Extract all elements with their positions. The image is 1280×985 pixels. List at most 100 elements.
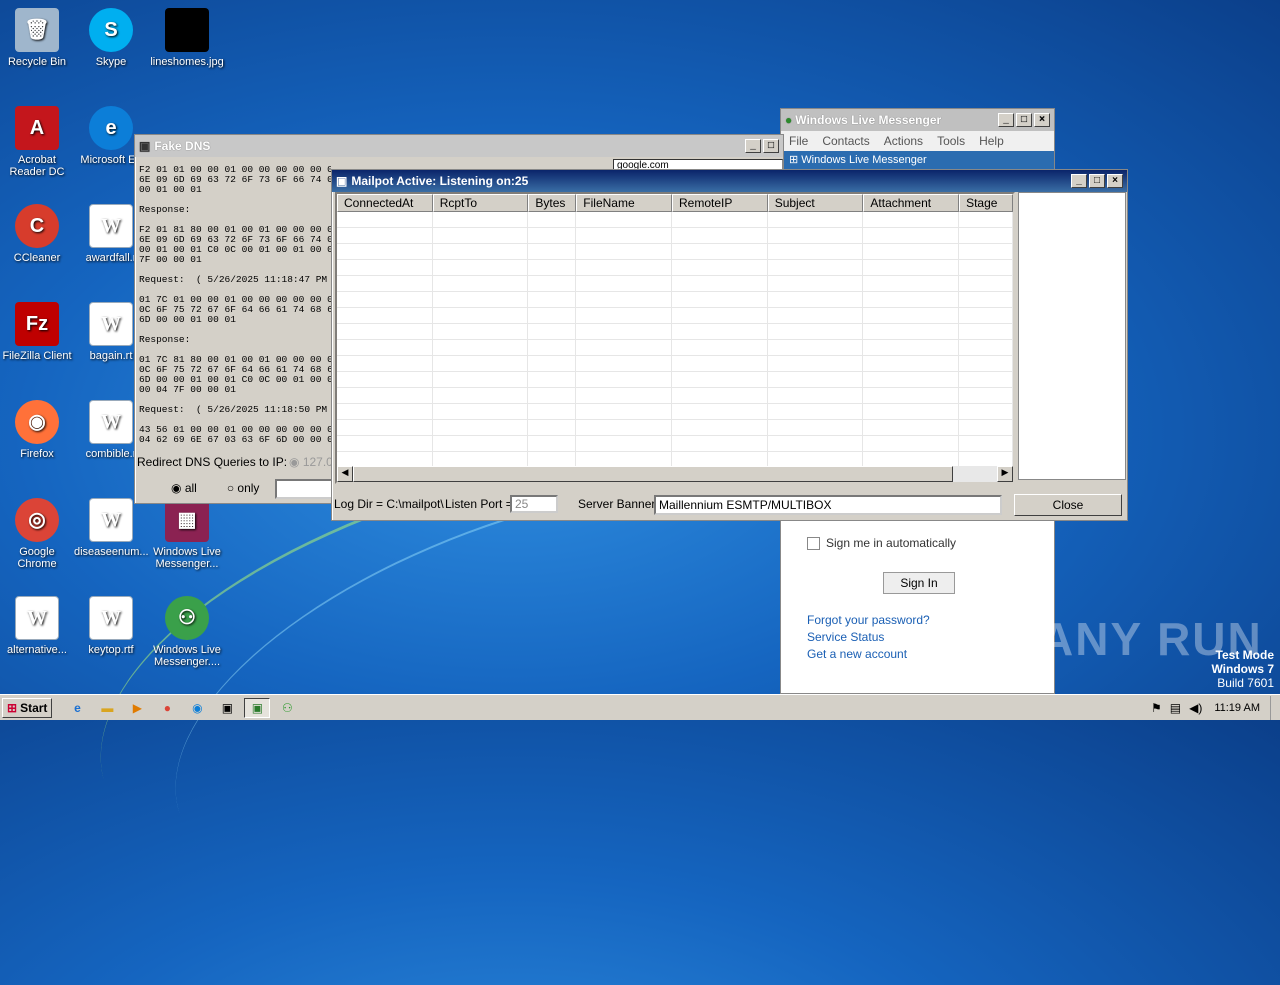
table-cell [337,452,433,467]
column-header[interactable]: Attachment [863,194,960,212]
desktop-icon-label: Firefox [20,448,54,460]
forgot-password-link[interactable]: Forgot your password? [807,612,930,629]
desktop-icon[interactable]: Fz FileZilla Client [0,302,74,362]
messenger-titlebar[interactable]: ● Windows Live Messenger _ □ × [781,109,1054,131]
menu-contacts[interactable]: Contacts [822,134,869,148]
table-row [337,324,1013,340]
explorer-icon[interactable]: ▬ [94,698,120,718]
scroll-left-button[interactable]: ◀ [337,466,353,482]
service-status-link[interactable]: Service Status [807,629,930,646]
table-cell [768,372,864,387]
maximize-button[interactable]: □ [763,139,779,153]
desktop-icon[interactable]: Wdiseaseenum... [74,498,149,558]
table-cell [863,388,960,403]
chrome-icon[interactable]: ● [154,698,180,718]
table-cell [768,420,864,435]
listen-port-field[interactable]: 25 [510,495,558,513]
desktop-icon[interactable]: ◉ Firefox [0,400,74,460]
close-button[interactable]: × [1107,174,1123,188]
table-cell [959,228,1013,243]
column-header[interactable]: RemoteIP [671,194,768,212]
mailpot-window[interactable]: ▣ Mailpot Active: Listening on:25 _ □ × … [331,169,1128,521]
media-player-icon[interactable]: ▶ [124,698,150,718]
table-cell [433,436,529,451]
table-cell [528,340,577,355]
table-cell [433,324,529,339]
table-cell [337,436,433,451]
fakedns-task-icon[interactable]: ▣ [214,698,240,718]
column-header[interactable]: Bytes [528,194,577,212]
scroll-thumb[interactable] [353,466,953,482]
winrar-icon: ▦ [165,498,209,542]
sign-in-button[interactable]: Sign In [883,572,955,594]
horizontal-scrollbar[interactable]: ◀ ▶ [337,466,1013,482]
mailpot-task-icon[interactable]: ▣ [244,697,271,718]
desktop-icon[interactable]: Wkeytop.rtf [74,596,148,656]
column-header[interactable]: FileName [576,194,672,212]
desktop-icon[interactable]: C CCleaner [0,204,74,264]
close-button[interactable]: × [1034,113,1050,127]
messenger-app-icon: ● [785,113,793,127]
table-cell [768,340,864,355]
table-cell [863,420,960,435]
clock[interactable]: 11:19 AM [1214,702,1260,714]
close-mailpot-button[interactable]: Close [1014,494,1122,516]
domain-input[interactable] [275,479,335,499]
table-cell [863,324,960,339]
mail-listview[interactable]: ConnectedAt RcptTo Bytes FileName RemoteIP Su… [335,192,1015,484]
show-desktop-button[interactable] [1270,695,1280,720]
menu-tools[interactable]: Tools [937,134,965,148]
column-header[interactable]: Subject [767,194,864,212]
firefox-icon: ◉ [15,400,59,444]
word-doc-icon: W [89,302,133,346]
desktop-icon[interactable]: 🗑 Recycle Bin [0,8,74,68]
edge-icon[interactable]: ◉ [184,698,210,718]
radio-all[interactable]: ◉ all [171,481,197,495]
table-cell [576,340,673,355]
minimize-button[interactable]: _ [1071,174,1087,188]
radio-only[interactable]: ○ only [227,481,260,495]
desktop-icon[interactable]: ▦ Windows Live Messenger... [150,498,224,570]
table-cell [768,244,864,259]
desktop-icon[interactable]: ⚇ Windows Live Messenger.... [150,596,224,668]
minimize-button[interactable]: _ [745,139,761,153]
table-cell [672,340,768,355]
flag-icon[interactable]: ⚑ [1151,701,1162,715]
table-cell [768,324,864,339]
column-header[interactable]: Stage [959,194,1013,212]
desktop-icon[interactable]: lineshomes.jpg [150,8,224,68]
volume-icon[interactable]: ◀) [1189,701,1202,715]
start-button[interactable]: ⊞ Start [2,697,53,718]
mailpot-titlebar[interactable]: ▣ Mailpot Active: Listening on:25 _ □ × [332,170,1127,192]
maximize-button[interactable]: □ [1016,113,1032,127]
new-account-link[interactable]: Get a new account [807,646,930,663]
word-doc-icon: W [89,204,133,248]
menu-file[interactable]: File [789,134,808,148]
fakedns-titlebar[interactable]: ▣ Fake DNS _ □ [135,135,783,157]
maximize-button[interactable]: □ [1089,174,1105,188]
menu-actions[interactable]: Actions [884,134,923,148]
table-cell [433,228,529,243]
table-cell [768,308,864,323]
table-cell [528,324,577,339]
redirect-label: Redirect DNS Queries to IP: [137,455,288,469]
column-header[interactable]: ConnectedAt [337,194,433,212]
table-cell [863,228,960,243]
messenger-task-icon[interactable]: ⚇ [274,698,300,718]
desktop-icon[interactable]: ◎ Google Chrome [0,498,74,570]
auto-signin-checkbox[interactable] [807,536,820,550]
desktop-icon[interactable]: A Acrobat Reader DC [0,106,74,178]
radio-redirect[interactable]: ◉ [289,455,303,469]
server-banner-field[interactable]: Maillennium ESMTP/MULTIBOX [654,495,1002,515]
ie-icon[interactable]: e [64,698,90,718]
desktop-icon[interactable]: S Skype [74,8,148,68]
table-cell [863,244,960,259]
desktop-icon[interactable]: Walternative... [0,596,74,656]
minimize-button[interactable]: _ [998,113,1014,127]
scroll-right-button[interactable]: ▶ [997,466,1013,482]
test-mode-info: Test Mode Windows 7 Build 7601 [1211,648,1274,690]
fakedns-app-icon: ▣ [139,139,151,153]
menu-help[interactable]: Help [979,134,1004,148]
network-icon[interactable]: ▤ [1170,701,1181,715]
column-header[interactable]: RcptTo [432,194,529,212]
